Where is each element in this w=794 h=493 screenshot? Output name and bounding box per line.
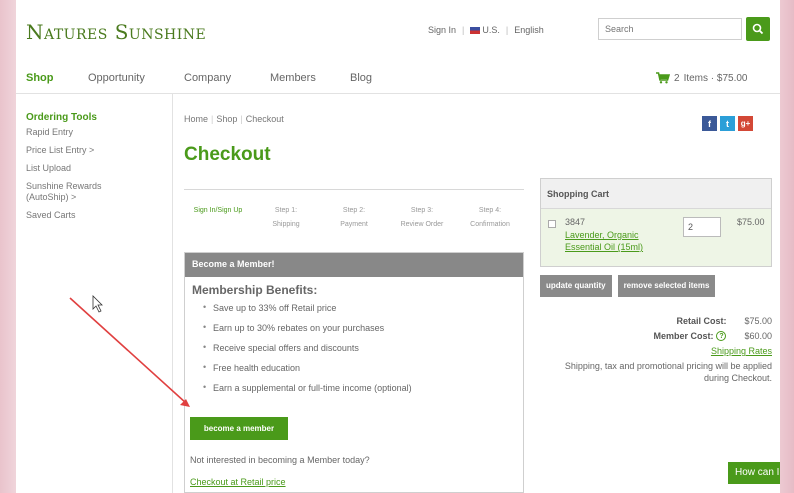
language-selector[interactable]: English xyxy=(514,25,544,35)
breadcrumb-checkout: Checkout xyxy=(245,114,284,124)
step-sublabel: Confirmation xyxy=(470,221,510,228)
step-payment: Step 2: Payment xyxy=(320,204,388,232)
member-cost-value: $60.00 xyxy=(744,331,772,341)
facebook-icon[interactable]: f xyxy=(702,116,717,131)
search-button[interactable] xyxy=(746,17,770,41)
sidebar-item-sunshine-rewards[interactable]: Sunshine Rewards (AutoShip) > xyxy=(26,181,118,203)
nav-members[interactable]: Members xyxy=(270,72,350,84)
breadcrumb-separator: | xyxy=(211,114,214,124)
cart-item-row: 3847 Lavender, Organic Essential Oil (15… xyxy=(541,209,771,266)
sidebar-item-price-list-entry[interactable]: Price List Entry > xyxy=(26,145,176,156)
cart-actions: update quantity remove selected items xyxy=(540,275,716,297)
sidebar-item-rapid-entry[interactable]: Rapid Entry xyxy=(26,127,176,138)
page: Natures Sunshine Sign In | U.S. | Englis… xyxy=(16,0,780,493)
benefit-item: Earn up to 30% rebates on your purchases xyxy=(203,322,523,333)
not-interested-text: Not interested in becoming a Member toda… xyxy=(190,455,370,465)
step-label: Step 2: xyxy=(342,207,366,214)
checkout-steps: Sign In/Sign Up Step 1: Shipping Step 2: P… xyxy=(184,204,524,232)
chat-help-button[interactable]: How can I help xyxy=(728,462,780,484)
step-sign-in: Sign In/Sign Up xyxy=(184,204,252,232)
nav-blog[interactable]: Blog xyxy=(350,72,372,84)
top-links: Sign In | U.S. | English xyxy=(428,25,544,35)
member-cost-label: Member Cost: xyxy=(653,331,714,341)
main-nav: Shop Opportunity Company Members Blog xyxy=(26,72,372,84)
page-title: Checkout xyxy=(184,144,271,165)
step-sublabel: Shipping xyxy=(272,221,300,228)
sidebar-heading: Ordering Tools xyxy=(26,112,97,123)
sidebar: Ordering Tools Rapid Entry Price List En… xyxy=(26,112,176,228)
step-sublabel: Payment xyxy=(340,221,368,228)
country-selector[interactable]: U.S. xyxy=(470,25,500,35)
step-label: Sign In/Sign Up xyxy=(193,207,243,214)
shopping-cart-panel: Shopping Cart 3847 Lavender, Organic Ess… xyxy=(540,178,772,267)
sidebar-divider xyxy=(172,94,173,493)
nav-opportunity[interactable]: Opportunity xyxy=(88,72,184,84)
shopping-cart-header: Shopping Cart xyxy=(541,179,771,209)
google-plus-icon[interactable]: g+ xyxy=(738,116,753,131)
search-icon xyxy=(752,23,764,35)
sidebar-item-saved-carts[interactable]: Saved Carts xyxy=(26,210,176,221)
sign-in-link[interactable]: Sign In xyxy=(428,25,456,35)
search-input[interactable] xyxy=(598,18,742,40)
breadcrumb: Home | Shop | Checkout xyxy=(184,114,284,124)
breadcrumb-separator: | xyxy=(240,114,243,124)
step-label: Step 1: xyxy=(274,207,298,214)
shipping-note: Shipping, tax and promotional pricing wi… xyxy=(564,361,772,383)
checkout-retail-link[interactable]: Checkout at Retail price xyxy=(190,477,286,487)
country-label: U.S. xyxy=(482,25,500,35)
remove-selected-button[interactable]: remove selected items xyxy=(617,275,716,297)
step-confirmation: Step 4: Confirmation xyxy=(456,204,524,232)
retail-cost-label: Retail Cost: xyxy=(676,316,727,326)
member-cost-label-group: Member Cost:? xyxy=(653,331,727,341)
separator: | xyxy=(505,25,509,35)
update-quantity-button[interactable]: update quantity xyxy=(540,275,612,297)
item-sku: 3847 xyxy=(565,217,586,227)
header-cart[interactable]: 2 Items · $75.00 xyxy=(656,72,747,84)
become-member-button[interactable]: become a member xyxy=(190,417,288,440)
item-select-checkbox[interactable] xyxy=(548,220,556,228)
social-links: f t g+ xyxy=(702,116,753,131)
help-icon[interactable]: ? xyxy=(716,331,727,341)
benefits-list: Save up to 33% off Retail price Earn up … xyxy=(203,302,523,393)
become-member-panel: Become a Member! Membership Benefits: Sa… xyxy=(184,252,524,493)
breadcrumb-home[interactable]: Home xyxy=(184,114,208,124)
nav-divider xyxy=(16,93,780,94)
item-name-link[interactable]: Lavender, Organic Essential Oil (15ml) xyxy=(565,229,655,253)
site-logo[interactable]: Natures Sunshine xyxy=(26,20,206,44)
sidebar-item-list-upload[interactable]: List Upload xyxy=(26,163,176,174)
separator: | xyxy=(462,25,465,35)
steps-divider xyxy=(184,189,524,190)
retail-cost-row: Retail Cost: $75.00 xyxy=(556,316,772,326)
nav-shop[interactable]: Shop xyxy=(26,72,88,84)
item-price: $75.00 xyxy=(737,217,765,227)
us-flag-icon xyxy=(470,27,481,35)
step-review-order: Step 3: Review Order xyxy=(388,204,456,232)
cart-count: 2 xyxy=(674,72,680,84)
retail-cost-value: $75.00 xyxy=(744,316,772,326)
membership-benefits-title: Membership Benefits: xyxy=(192,283,318,297)
item-quantity-input[interactable]: 2 xyxy=(683,217,721,237)
nav-company[interactable]: Company xyxy=(184,72,270,84)
step-label: Step 3: xyxy=(410,207,434,214)
cart-totals: Retail Cost: $75.00 Member Cost:? $60.00… xyxy=(556,316,772,384)
benefit-item: Receive special offers and discounts xyxy=(203,342,523,353)
become-member-header: Become a Member! xyxy=(185,253,523,277)
member-cost-row: Member Cost:? $60.00 xyxy=(556,331,772,341)
cart-total: Items · $75.00 xyxy=(683,72,748,84)
step-shipping: Step 1: Shipping xyxy=(252,204,320,232)
breadcrumb-shop[interactable]: Shop xyxy=(216,114,237,124)
benefit-item: Save up to 33% off Retail price xyxy=(203,302,523,313)
shipping-rates-link[interactable]: Shipping Rates xyxy=(556,346,772,356)
benefit-item: Free health education xyxy=(203,362,523,373)
step-sublabel: Review Order xyxy=(400,221,444,228)
cart-icon xyxy=(656,72,670,84)
twitter-icon[interactable]: t xyxy=(720,116,735,131)
step-label: Step 4: xyxy=(478,207,502,214)
benefit-item: Earn a supplemental or full-time income … xyxy=(203,382,523,393)
